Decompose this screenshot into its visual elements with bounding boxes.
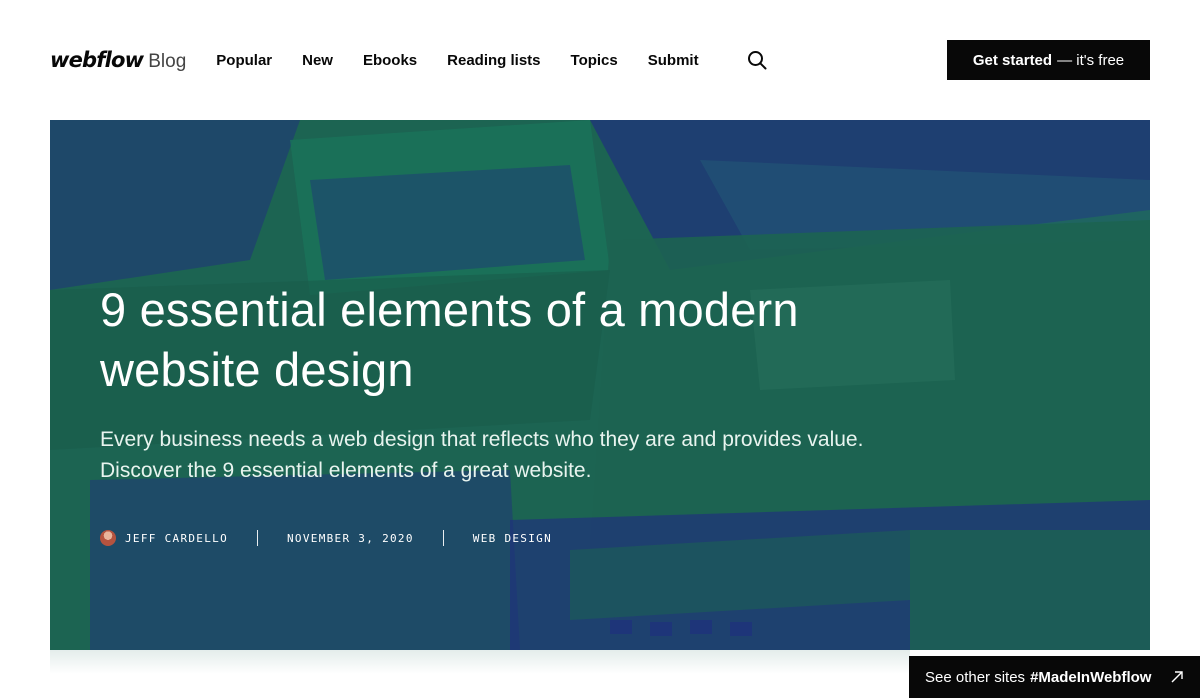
cta-sublabel: — it's free — [1057, 51, 1125, 69]
nav-item-submit[interactable]: Submit — [648, 52, 699, 69]
post-meta: JEFF CARDELLO NOVEMBER 3, 2020 WEB DESIG… — [100, 530, 552, 546]
nav-item-topics[interactable]: Topics — [571, 52, 618, 69]
post-excerpt: Every business needs a web design that r… — [100, 428, 864, 482]
featured-post-hero[interactable]: 9 essential elements of a modern website… — [50, 120, 1150, 650]
cta-label: Get started — [972, 51, 1053, 69]
nav-item-popular[interactable]: Popular — [216, 52, 272, 69]
search-icon[interactable] — [746, 49, 768, 71]
get-started-button[interactable]: Get started — it's free — [947, 40, 1150, 80]
badge-hashtag: #MadeInWebflow — [1030, 668, 1152, 686]
webflow-blog-logo[interactable]: webflow Blog — [50, 48, 186, 73]
site-header: webflow Blog Popular New Ebooks Reading … — [50, 40, 1150, 80]
author-avatar — [100, 530, 116, 546]
nav-item-ebooks[interactable]: Ebooks — [363, 52, 417, 69]
post-category[interactable]: WEB DESIGN — [473, 532, 552, 545]
hero-content: 9 essential elements of a modern website… — [100, 280, 920, 486]
meta-divider — [442, 530, 444, 546]
arrow-up-right-icon — [1171, 671, 1183, 683]
logo-wordmark: webflow — [50, 47, 144, 72]
post-title[interactable]: 9 essential elements of a modern website… — [100, 280, 920, 400]
badge-text: See other sites — [925, 668, 1026, 686]
post-date: NOVEMBER 3, 2020 — [287, 531, 414, 545]
hero-reflection — [50, 650, 910, 674]
nav-item-new[interactable]: New — [302, 52, 333, 69]
logo-suffix: Blog — [148, 50, 187, 72]
nav-item-reading-lists[interactable]: Reading lists — [447, 52, 540, 69]
page: webflow Blog Popular New Ebooks Reading … — [0, 0, 1200, 698]
author-name[interactable]: JEFF CARDELLO — [125, 532, 228, 545]
meta-divider — [257, 530, 258, 546]
made-in-webflow-badge[interactable]: See other sites #MadeInWebflow — [909, 656, 1200, 698]
main-nav: Popular New Ebooks Reading lists Topics … — [216, 49, 767, 71]
